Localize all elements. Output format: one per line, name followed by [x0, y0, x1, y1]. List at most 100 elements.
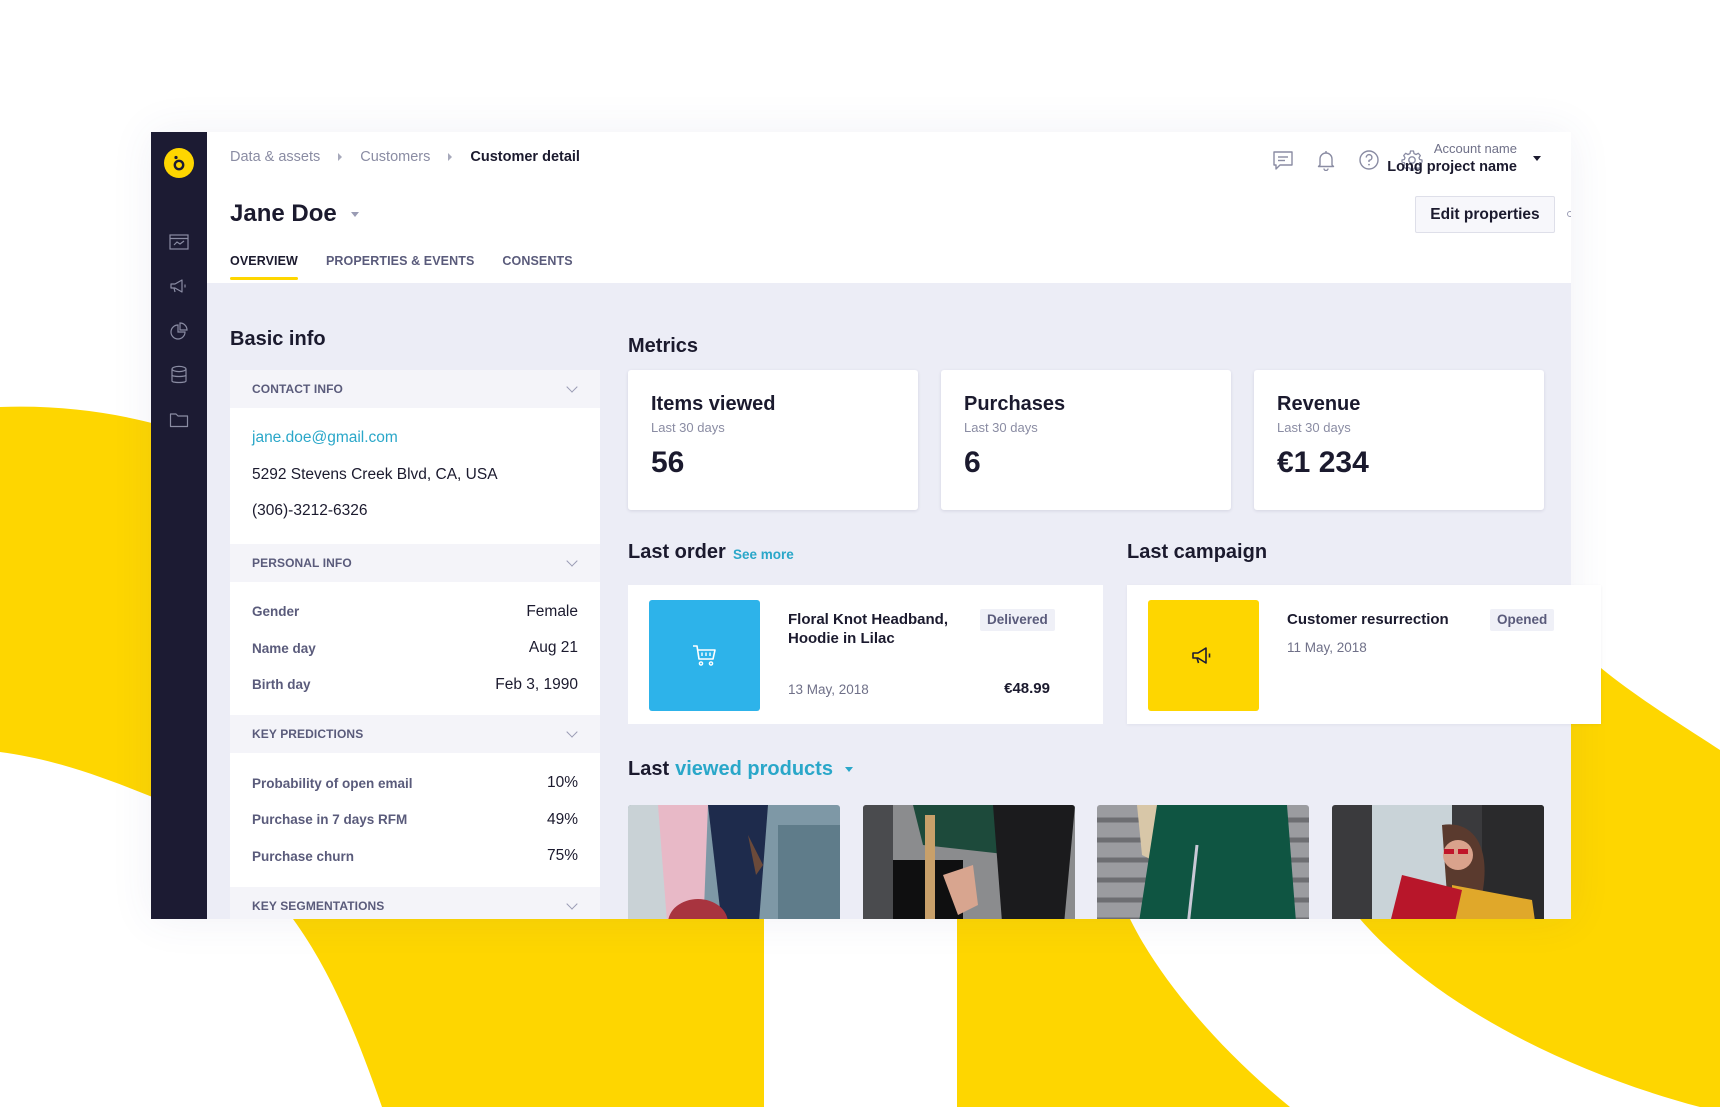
key-predictions-header[interactable]: KEY PREDICTIONS: [230, 715, 600, 753]
caret-down-icon[interactable]: [844, 767, 853, 772]
prediction-row: Purchase in 7 days RFM 49%: [252, 802, 578, 839]
info-row: Name day Aug 21: [252, 630, 578, 667]
personal-info-label: PERSONAL INFO: [252, 555, 352, 570]
last-order-card[interactable]: Floral Knot Headband, Hoodie in Lilac De…: [628, 585, 1103, 724]
account-name: Account name: [1433, 141, 1517, 156]
personal-info-header[interactable]: PERSONAL INFO: [230, 543, 600, 582]
order-name: Floral Knot Headband, Hoodie in Lilac: [788, 611, 949, 647]
cart-icon: [692, 644, 716, 666]
info-value: Aug 21: [528, 639, 578, 657]
last-viewed-prefix: Last: [628, 758, 670, 780]
tab-consents[interactable]: CONSENTS: [502, 254, 572, 283]
folder-icon[interactable]: [167, 408, 191, 432]
prediction-row: Purchase churn 75%: [252, 838, 578, 875]
see-more-link[interactable]: See more: [733, 547, 794, 562]
last-viewed-products-title: Last viewed products: [628, 758, 853, 781]
product-image-4: [1332, 805, 1544, 919]
metric-value: €1 234: [1277, 446, 1369, 479]
chevron-down-icon: [566, 554, 578, 567]
metrics-title: Metrics: [628, 335, 699, 357]
metric-value: 56: [651, 446, 685, 479]
contact-info-header[interactable]: CONTACT INFO: [230, 370, 600, 408]
customer-name: Jane Doe: [230, 200, 337, 227]
viewed-products-selector[interactable]: viewed products: [675, 758, 833, 781]
prediction-key: Probability of open email: [252, 775, 413, 791]
logo-icon: [173, 155, 185, 171]
help-icon[interactable]: [1357, 148, 1381, 172]
dashboard-icon[interactable]: [167, 230, 191, 254]
megaphone-icon[interactable]: [167, 274, 191, 298]
info-row: Birth day Feb 3, 1990: [252, 667, 578, 704]
contact-info-label: CONTACT INFO: [252, 382, 343, 396]
basic-info-title: Basic info: [230, 328, 326, 350]
last-order-title: Last order: [628, 541, 726, 563]
metric-card-purchases: Purchases Last 30 days 6: [941, 370, 1231, 510]
breadcrumb: Data & assets Customers Customer detail: [230, 149, 580, 165]
email-link[interactable]: jane.doe@gmail.com: [252, 420, 578, 457]
prediction-value: 49%: [546, 810, 578, 828]
breadcrumb-separator-icon: [448, 153, 453, 161]
database-icon[interactable]: [167, 363, 191, 387]
edit-properties-button[interactable]: Edit properties: [1415, 196, 1555, 233]
order-thumbnail: [649, 600, 760, 711]
page-title: Jane Doe: [230, 200, 359, 228]
prediction-value: 75%: [546, 847, 578, 865]
metric-card-items-viewed: Items viewed Last 30 days 56: [628, 370, 918, 510]
chat-icon[interactable]: [1271, 148, 1295, 172]
order-date: 13 May, 2018: [788, 682, 869, 697]
campaign-name: Customer resurrection: [1287, 611, 1449, 628]
project-name: Long project name: [1387, 159, 1517, 175]
metric-title: Purchases: [964, 393, 1066, 415]
breadcrumb-data-assets[interactable]: Data & assets: [230, 149, 320, 165]
phone-text: (306)-3212-6326: [252, 502, 368, 519]
breadcrumb-customers[interactable]: Customers: [360, 149, 430, 165]
order-status-badge: Delivered: [980, 609, 1055, 631]
campaign-date: 11 May, 2018: [1287, 640, 1367, 655]
product-thumbnail[interactable]: [628, 805, 840, 919]
prediction-row: Probability of open email 10%: [252, 765, 578, 802]
metric-period: Last 30 days: [1277, 420, 1351, 435]
metric-card-revenue: Revenue Last 30 days €1 234: [1254, 370, 1544, 510]
more-options-button[interactable]: [1567, 207, 1571, 221]
info-key: Gender: [252, 604, 300, 620]
metric-value: 6: [964, 446, 981, 479]
account-switcher[interactable]: Account name Long project name: [1387, 140, 1517, 177]
product-thumbnail[interactable]: [863, 805, 1075, 919]
info-value: Feb 3, 1990: [495, 675, 578, 693]
campaign-thumbnail: [1148, 600, 1259, 711]
product-image-1: [628, 805, 840, 919]
product-image-2: [863, 805, 1075, 919]
pie-chart-icon[interactable]: [167, 319, 191, 343]
sidebar: [151, 132, 207, 919]
product-thumbnail[interactable]: [1332, 805, 1544, 919]
yellow-shape-bottom-mid: [957, 919, 1290, 1107]
key-predictions-label: KEY PREDICTIONS: [252, 727, 364, 741]
page-header: Data & assets Customers Customer detail …: [207, 132, 1571, 283]
info-value: Female: [526, 602, 578, 620]
account-caret-icon[interactable]: [1533, 156, 1541, 161]
megaphone-icon: [1191, 646, 1210, 664]
metric-period: Last 30 days: [651, 420, 725, 435]
last-campaign-title: Last campaign: [1127, 541, 1268, 563]
key-segmentations-header[interactable]: KEY SEGMENTATIONS: [230, 886, 600, 919]
bell-icon[interactable]: [1314, 148, 1338, 172]
info-key: Name day: [252, 640, 316, 656]
product-thumbnail[interactable]: [1097, 805, 1309, 919]
tab-properties-events[interactable]: PROPERTIES & EVENTS: [326, 254, 474, 283]
brand-logo[interactable]: [164, 148, 194, 178]
prediction-key: Purchase churn: [252, 848, 355, 864]
tabs: OVERVIEW PROPERTIES & EVENTS CONSENTS: [230, 254, 601, 283]
tab-overview[interactable]: OVERVIEW: [230, 254, 298, 283]
key-segmentations-label: KEY SEGMENTATIONS: [252, 898, 385, 913]
chevron-down-icon: [566, 726, 578, 738]
personal-info-body: Gender Female Name day Aug 21 Birth day Feb…: [230, 581, 600, 715]
metric-title: Revenue: [1277, 393, 1361, 415]
key-predictions-body: Probability of open email 10% Purchase in…: [230, 753, 600, 887]
customer-dropdown-icon[interactable]: [350, 211, 359, 217]
app-window: Data & assets Customers Customer detail …: [151, 132, 1571, 919]
breadcrumb-current: Customer detail: [470, 149, 580, 165]
campaign-status-badge: Opened: [1490, 609, 1555, 631]
product-image-3: [1097, 805, 1309, 919]
order-price: €48.99: [1004, 680, 1050, 697]
last-campaign-card[interactable]: Customer resurrection Opened 11 May, 201…: [1127, 585, 1601, 724]
